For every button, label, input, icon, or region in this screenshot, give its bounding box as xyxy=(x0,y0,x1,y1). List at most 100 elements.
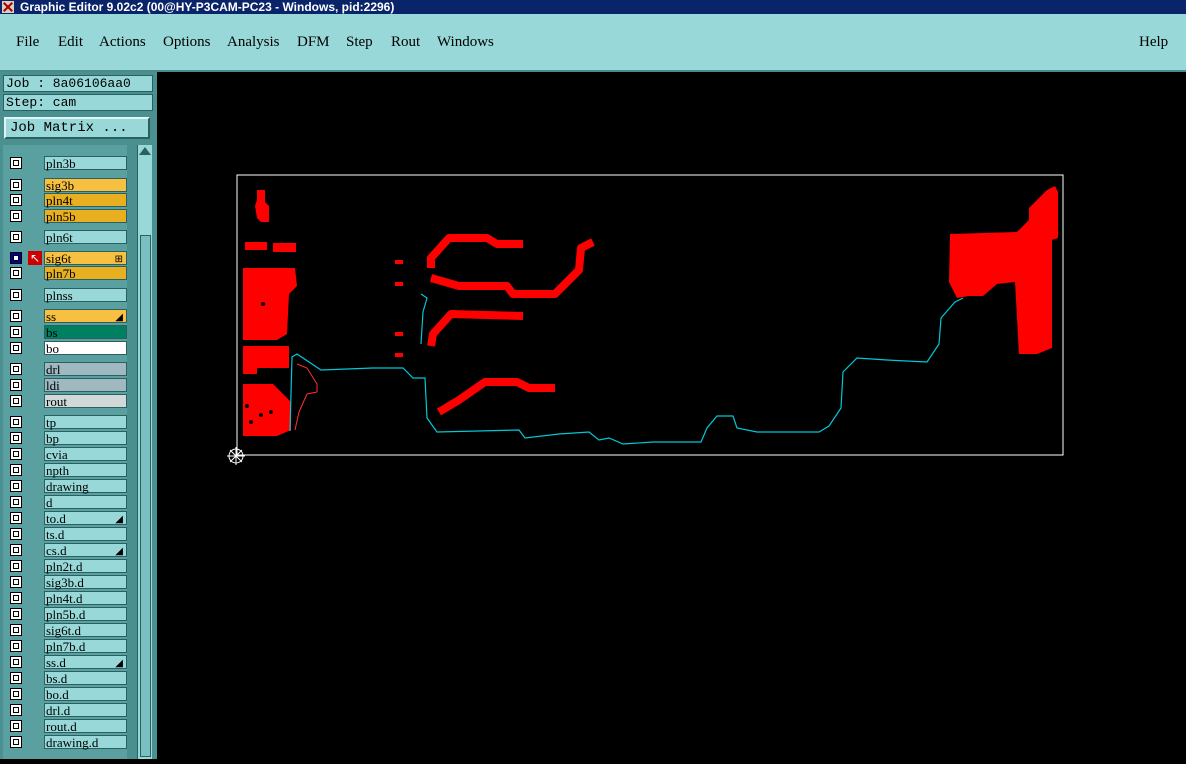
layer-checkbox[interactable] xyxy=(10,528,22,540)
layer-checkbox[interactable] xyxy=(10,448,22,460)
layer-name[interactable]: ldi xyxy=(44,378,127,392)
layer-row-sig6t[interactable]: ↖ sig6t ⊞ xyxy=(8,251,127,265)
layer-name[interactable]: bo xyxy=(44,341,127,355)
layer-row-bo[interactable]: bo xyxy=(8,341,127,355)
layer-row-bs.d[interactable]: bs.d xyxy=(8,671,127,685)
layer-name[interactable]: sig3b.d xyxy=(44,575,127,589)
layer-checkbox[interactable] xyxy=(10,210,22,222)
layer-checkbox[interactable] xyxy=(10,736,22,748)
layer-row-pln7b[interactable]: pln7b xyxy=(8,266,127,280)
layer-name[interactable]: bs.d xyxy=(44,671,127,685)
layer-name[interactable]: drl.d xyxy=(44,703,127,717)
layer-name[interactable]: pln5b.d xyxy=(44,607,127,621)
scroll-up-arrow-icon[interactable] xyxy=(139,147,151,155)
layer-checkbox[interactable] xyxy=(10,326,22,338)
layer-row-drawing.d[interactable]: drawing.d xyxy=(8,735,127,749)
layer-name[interactable]: pln2t.d xyxy=(44,559,127,573)
layer-checkbox[interactable] xyxy=(10,289,22,301)
scrollbar-thumb[interactable] xyxy=(140,235,151,757)
layer-checkbox[interactable] xyxy=(10,592,22,604)
layer-checkbox[interactable] xyxy=(10,310,22,322)
layer-list-scrollbar[interactable] xyxy=(137,145,152,759)
layer-name[interactable]: pln7b.d xyxy=(44,639,127,653)
layer-checkbox[interactable] xyxy=(10,267,22,279)
layer-name[interactable]: sig6t ⊞ xyxy=(44,251,127,265)
menu-rout[interactable]: Rout xyxy=(391,34,420,51)
layer-row-rout.d[interactable]: rout.d xyxy=(8,719,127,733)
layer-name[interactable]: rout xyxy=(44,394,127,408)
layer-name[interactable]: pln4t.d xyxy=(44,591,127,605)
layer-row-plnss[interactable]: plnss xyxy=(8,288,127,302)
menu-windows[interactable]: Windows xyxy=(437,34,494,51)
layer-row-d[interactable]: d xyxy=(8,495,127,509)
layer-name[interactable]: cvia xyxy=(44,447,127,461)
layer-checkbox[interactable] xyxy=(10,720,22,732)
menu-dfm[interactable]: DFM xyxy=(297,34,330,51)
layer-name[interactable]: drl xyxy=(44,362,127,376)
menu-actions[interactable]: Actions xyxy=(99,34,146,51)
layer-checkbox[interactable] xyxy=(10,342,22,354)
layer-name[interactable]: bo.d xyxy=(44,687,127,701)
layer-checkbox[interactable] xyxy=(10,560,22,572)
layer-checkbox[interactable] xyxy=(10,363,22,375)
layer-checkbox[interactable] xyxy=(10,432,22,444)
layer-checkbox[interactable] xyxy=(10,416,22,428)
layer-name[interactable]: sig6t.d xyxy=(44,623,127,637)
layer-row-pln5b.d[interactable]: pln5b.d xyxy=(8,607,127,621)
layer-name[interactable]: cs.d ◢ xyxy=(44,543,127,557)
layer-checkbox[interactable] xyxy=(10,704,22,716)
layer-name[interactable]: rout.d xyxy=(44,719,127,733)
layer-checkbox[interactable] xyxy=(10,464,22,476)
layer-name[interactable]: pln4t xyxy=(44,193,127,207)
layer-checkbox[interactable] xyxy=(10,179,22,191)
layer-row-sig3b.d[interactable]: sig3b.d xyxy=(8,575,127,589)
layer-name[interactable]: pln7b xyxy=(44,266,127,280)
layer-name[interactable]: ss.d ◢ xyxy=(44,655,127,669)
layer-checkbox[interactable] xyxy=(10,656,22,668)
layer-name[interactable]: drawing xyxy=(44,479,127,493)
layer-name[interactable]: npth xyxy=(44,463,127,477)
layer-checkbox[interactable] xyxy=(10,608,22,620)
layer-row-ldi[interactable]: ldi xyxy=(8,378,127,392)
layer-row-cvia[interactable]: cvia xyxy=(8,447,127,461)
layer-row-sig6t.d[interactable]: sig6t.d xyxy=(8,623,127,637)
layer-name[interactable]: drawing.d xyxy=(44,735,127,749)
layer-row-cs.d[interactable]: cs.d ◢ xyxy=(8,543,127,557)
layer-row-ss[interactable]: ss ◢ xyxy=(8,309,127,323)
layer-row-ss.d[interactable]: ss.d ◢ xyxy=(8,655,127,669)
layer-checkbox[interactable] xyxy=(10,231,22,243)
board-view[interactable] xyxy=(157,72,1186,759)
layer-name[interactable]: plnss xyxy=(44,288,127,302)
menu-step[interactable]: Step xyxy=(346,34,373,51)
layer-row-rout[interactable]: rout xyxy=(8,394,127,408)
layer-row-bs[interactable]: bs xyxy=(8,325,127,339)
layer-row-to.d[interactable]: to.d ◢ xyxy=(8,511,127,525)
layer-checkbox[interactable] xyxy=(10,640,22,652)
layer-name[interactable]: ss ◢ xyxy=(44,309,127,323)
layer-row-ts.d[interactable]: ts.d xyxy=(8,527,127,541)
layer-checkbox[interactable] xyxy=(10,672,22,684)
layer-name[interactable]: sig3b xyxy=(44,178,127,192)
layer-checkbox[interactable] xyxy=(10,157,22,169)
layer-checkbox[interactable] xyxy=(10,544,22,556)
layer-row-tp[interactable]: tp xyxy=(8,415,127,429)
layer-row-npth[interactable]: npth xyxy=(8,463,127,477)
layer-row-pln4t[interactable]: pln4t xyxy=(8,193,127,207)
layer-row-drl[interactable]: drl xyxy=(8,362,127,376)
layer-checkbox[interactable] xyxy=(10,480,22,492)
layer-row-pln7b.d[interactable]: pln7b.d xyxy=(8,639,127,653)
menu-options[interactable]: Options xyxy=(163,34,211,51)
layer-name[interactable]: pln3b xyxy=(44,156,127,170)
graphic-canvas[interactable] xyxy=(157,72,1186,759)
layer-checkbox[interactable] xyxy=(10,395,22,407)
layer-row-bo.d[interactable]: bo.d xyxy=(8,687,127,701)
menu-edit[interactable]: Edit xyxy=(58,34,83,51)
layer-row-drawing[interactable]: drawing xyxy=(8,479,127,493)
menu-analysis[interactable]: Analysis xyxy=(227,34,280,51)
layer-row-bp[interactable]: bp xyxy=(8,431,127,445)
layer-name[interactable]: bs xyxy=(44,325,127,339)
layer-row-sig3b[interactable]: sig3b xyxy=(8,178,127,192)
menu-help[interactable]: Help xyxy=(1139,34,1168,51)
layer-name[interactable]: tp xyxy=(44,415,127,429)
layer-name[interactable]: to.d ◢ xyxy=(44,511,127,525)
